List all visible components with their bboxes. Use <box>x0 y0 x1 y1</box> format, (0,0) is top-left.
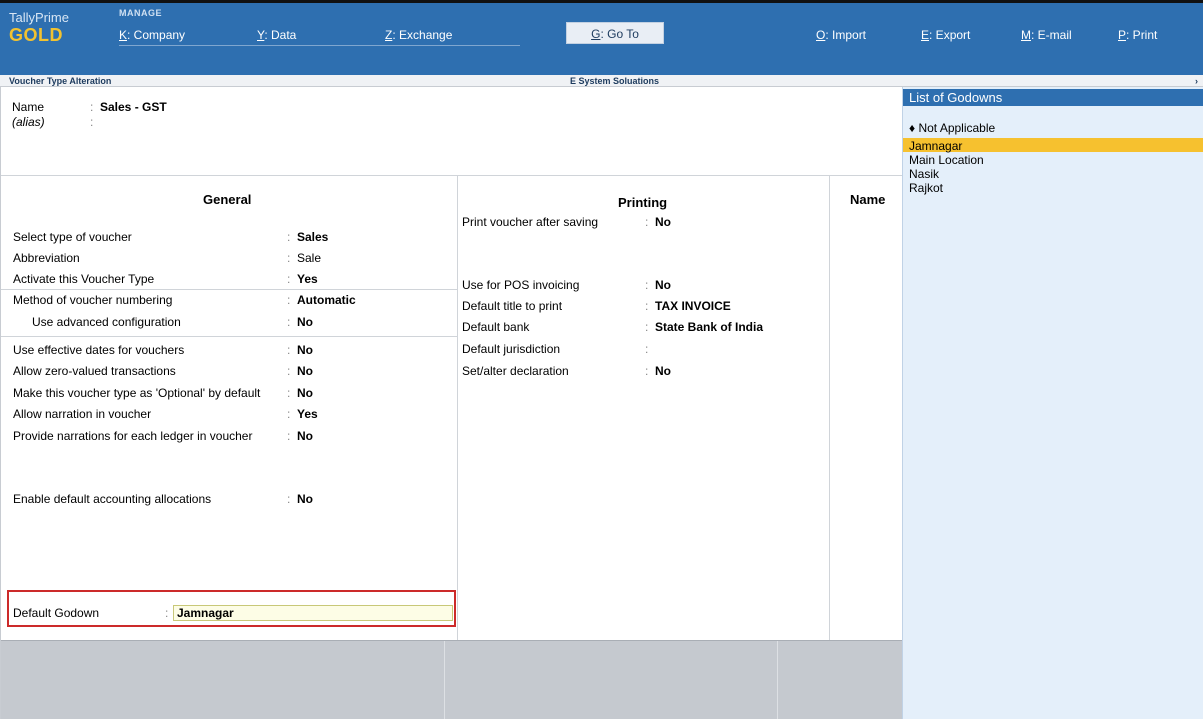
colon: : <box>645 299 649 313</box>
godown-list-title: List of Godowns <box>903 89 1203 106</box>
default-godown-input[interactable]: Jamnagar <box>173 605 453 621</box>
screen-title: Voucher Type Alteration <box>9 76 112 86</box>
menu-email[interactable]: M: E-mail <box>1021 28 1072 42</box>
printing-row-label: Default title to print <box>462 299 563 313</box>
colon: : <box>645 364 649 378</box>
name-colon: : <box>90 100 94 114</box>
general-row-label: Make this voucher type as 'Optional' by … <box>13 386 261 400</box>
print-after-saving-value[interactable]: No <box>655 215 671 229</box>
menu-print[interactable]: P: Print <box>1118 28 1157 42</box>
default-godown-label: Default Godown <box>13 606 100 620</box>
app-brand: TallyPrime <box>9 10 69 25</box>
menu-import[interactable]: O: Import <box>816 28 866 42</box>
godown-item-not-applicable[interactable]: ♦ Not Applicable <box>909 121 995 135</box>
colon: : <box>287 364 291 378</box>
printing-row-label: Default jurisdiction <box>462 342 561 356</box>
activate-value[interactable]: Yes <box>297 272 318 286</box>
colon: : <box>645 278 649 292</box>
top-bar: TallyPrime GOLD MANAGE K: Company Y: Dat… <box>0 0 1203 75</box>
accounting-allocations-value[interactable]: No <box>297 492 313 506</box>
printing-row-label: Use for POS invoicing <box>462 278 580 292</box>
colon: : <box>287 251 291 265</box>
colon: : <box>287 386 291 400</box>
general-row-label: Select type of voucher <box>13 230 132 244</box>
header-divider <box>1 175 903 176</box>
colon: : <box>645 342 649 356</box>
general-row-label: Enable default accounting allocations <box>13 492 212 506</box>
general-row-label: Use effective dates for vouchers <box>13 343 185 357</box>
third-panel-title: Name <box>850 192 886 207</box>
general-row-label: Activate this Voucher Type <box>13 272 155 286</box>
declaration-value[interactable]: No <box>655 364 671 378</box>
voucher-type-value[interactable]: Sales <box>297 230 328 244</box>
pos-invoicing-value[interactable]: No <box>655 278 671 292</box>
section-divider <box>119 45 520 46</box>
colon: : <box>645 215 649 229</box>
abbreviation-value[interactable]: Sale <box>297 251 321 265</box>
colon: : <box>287 230 291 244</box>
colon: : <box>287 272 291 286</box>
menu-goto-button[interactable]: G: Go To <box>566 22 664 44</box>
menu-export[interactable]: E: Export <box>921 28 970 42</box>
numbering-method-value[interactable]: Automatic <box>297 293 356 307</box>
printing-row-label: Default bank <box>462 320 530 334</box>
default-bank-value[interactable]: State Bank of India <box>655 320 763 334</box>
section-label: MANAGE <box>119 8 162 18</box>
zero-valued-value[interactable]: No <box>297 364 313 378</box>
general-row-label: Allow narration in voucher <box>13 407 152 421</box>
bottom-bar-separator <box>444 641 445 719</box>
colon: : <box>287 492 291 506</box>
colon: : <box>287 315 291 329</box>
general-divider <box>1 289 457 290</box>
screen-subheader: Voucher Type Alteration E System Soluati… <box>0 75 1203 87</box>
godown-list-panel: List of Godowns ♦ Not Applicable Jamnaga… <box>902 87 1203 719</box>
godown-item-rajkot[interactable]: Rajkot <box>909 181 943 195</box>
colon: : <box>645 320 649 334</box>
godown-item-jamnagar[interactable]: Jamnagar <box>909 139 962 153</box>
company-name: E System Soluations <box>570 76 660 86</box>
bottom-button-bar <box>1 640 903 719</box>
colon: : <box>165 606 169 620</box>
colon: : <box>287 293 291 307</box>
godown-item-nasik[interactable]: Nasik <box>909 167 939 181</box>
printing-row-label: Set/alter declaration <box>462 364 569 378</box>
effective-dates-value[interactable]: No <box>297 343 313 357</box>
default-title-value[interactable]: TAX INVOICE <box>655 299 731 313</box>
colon: : <box>287 343 291 357</box>
godown-item-main-location[interactable]: Main Location <box>909 153 984 167</box>
general-title: General <box>203 192 252 207</box>
printing-row-label: Print voucher after saving <box>462 215 599 229</box>
alias-label: (alias) <box>12 115 45 129</box>
colon: : <box>287 407 291 421</box>
general-row-label: Allow zero-valued transactions <box>13 364 176 378</box>
general-row-label: Abbreviation <box>13 251 80 265</box>
general-row-label: Provide narrations for each ledger in vo… <box>13 429 253 443</box>
name-field[interactable]: Sales - GST <box>100 100 167 114</box>
menu-company[interactable]: K: Company <box>119 28 185 42</box>
colon: : <box>287 429 291 443</box>
app-edition: GOLD <box>9 25 63 45</box>
printing-title: Printing <box>618 195 668 210</box>
voucher-type-form: Name : Sales - GST (alias) : General Sel… <box>0 87 903 719</box>
menu-exchange[interactable]: Z: Exchange <box>385 28 452 42</box>
name-label: Name <box>12 100 45 114</box>
general-row-label: Method of voucher numbering <box>13 293 173 307</box>
alias-colon: : <box>90 115 94 129</box>
chevron-right-icon[interactable]: › <box>1195 75 1198 87</box>
general-divider <box>1 336 457 337</box>
panel-divider-1 <box>457 175 458 640</box>
advanced-config-value[interactable]: No <box>297 315 313 329</box>
optional-default-value[interactable]: No <box>297 386 313 400</box>
ledger-narration-value[interactable]: No <box>297 429 313 443</box>
menu-data[interactable]: Y: Data <box>257 28 296 42</box>
bottom-bar-separator <box>777 641 778 719</box>
narration-value[interactable]: Yes <box>297 407 318 421</box>
panel-divider-2 <box>829 175 830 640</box>
general-row-label: Use advanced configuration <box>32 315 181 329</box>
